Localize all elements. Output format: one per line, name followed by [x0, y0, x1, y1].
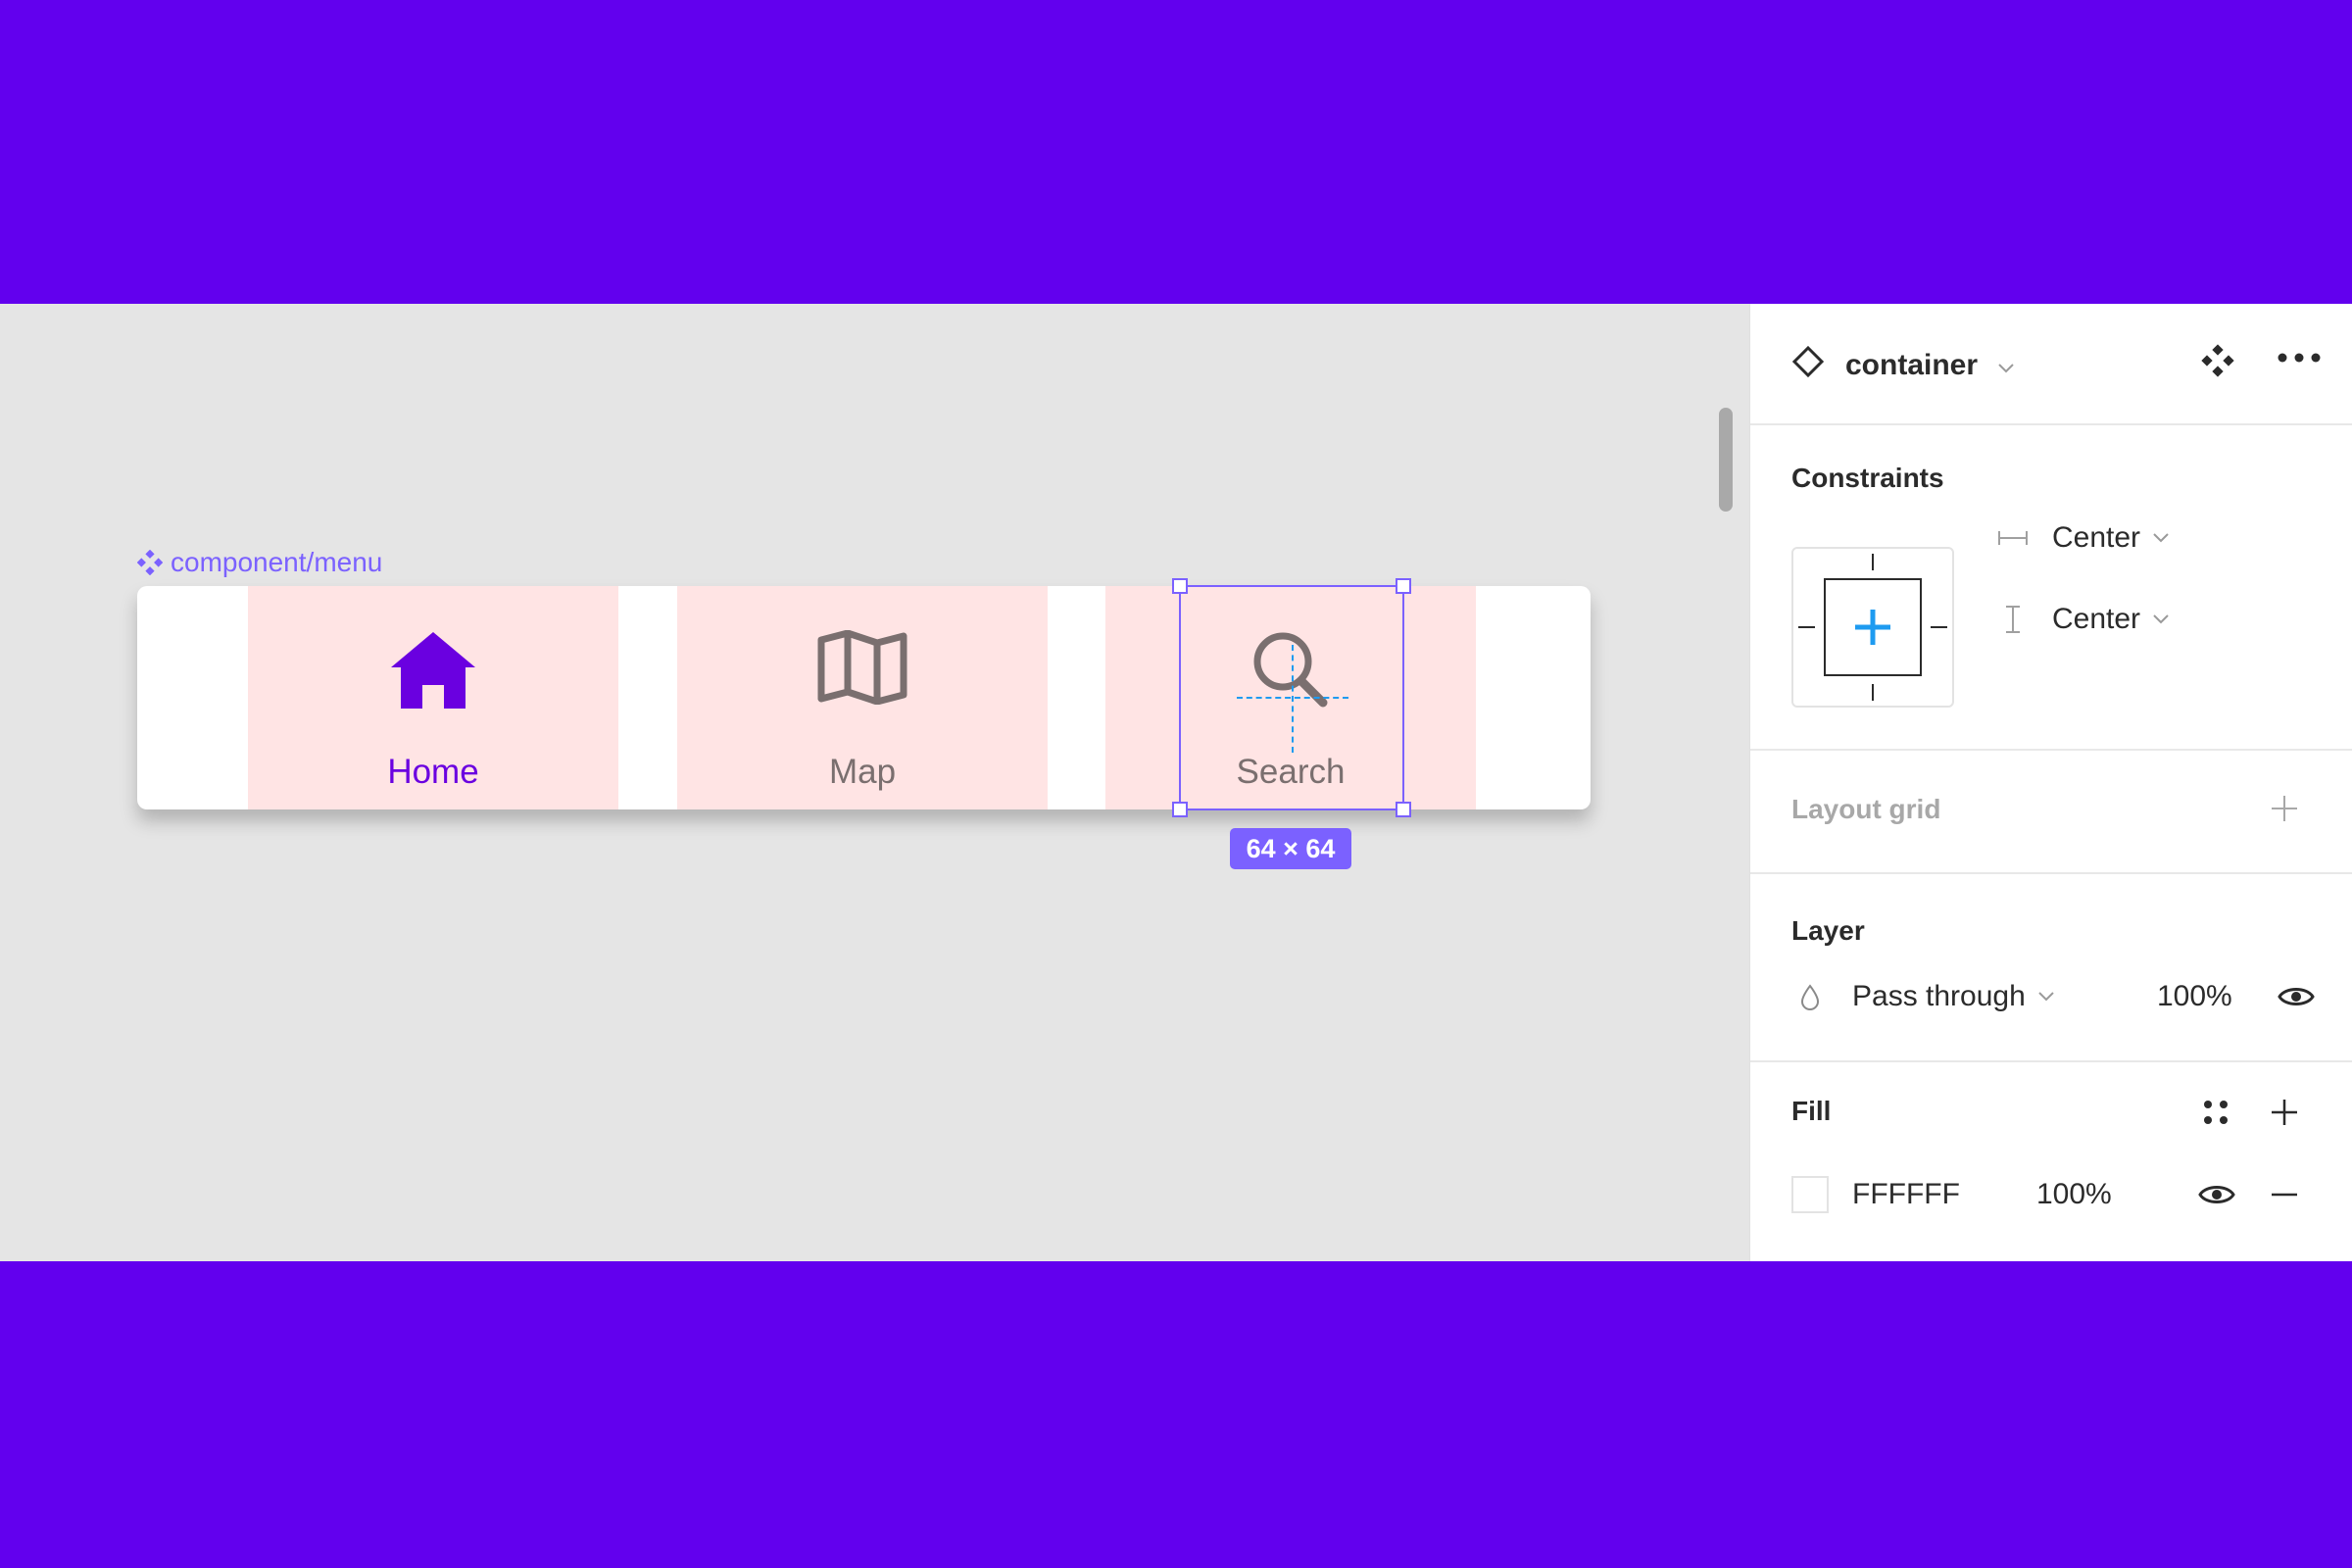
fill-hex-input[interactable]: FFFFFF: [1852, 1178, 1960, 1211]
vertical-constraint-icon: [2006, 606, 2020, 633]
selection-box[interactable]: [1172, 578, 1411, 817]
remove-fill-icon[interactable]: [2270, 1180, 2299, 1209]
menu-item-map[interactable]: Map: [677, 586, 1048, 809]
figma-editor: component/menu Home Map Search 64 × 64 c…: [0, 304, 2352, 1261]
layer-name-dropdown[interactable]: container: [1845, 349, 2015, 382]
layer-header: container: [1750, 304, 2352, 425]
frame-label[interactable]: component/menu: [137, 547, 382, 578]
constraint-widget[interactable]: [1791, 547, 1954, 708]
vertical-constraint-value: Center: [2052, 603, 2141, 635]
constraint-diagram: [1798, 554, 1947, 701]
component-icon[interactable]: [2200, 343, 2235, 378]
horizontal-constraint-dropdown[interactable]: Center: [1997, 521, 2170, 555]
frame-label-text: component/menu: [171, 547, 383, 577]
layer-section: Layer Pass through 100%: [1750, 872, 2352, 1062]
layout-grid-section: Layout grid: [1750, 749, 2352, 874]
eye-icon[interactable]: [2278, 984, 2315, 1009]
menu-item-home[interactable]: Home: [248, 586, 618, 809]
resize-handle-top-right[interactable]: [1396, 578, 1411, 594]
section-title: Constraints: [1791, 463, 1944, 493]
vertical-constraint-dropdown[interactable]: Center: [1997, 603, 2170, 636]
fill-opacity-input[interactable]: 100%: [2036, 1178, 2112, 1211]
map-icon: [817, 630, 907, 705]
home-icon: [391, 632, 475, 709]
blend-mode-dropdown[interactable]: Pass through: [1852, 980, 2055, 1013]
chevron-down-icon: [2153, 614, 2169, 624]
design-canvas[interactable]: component/menu Home Map Search 64 × 64: [0, 304, 1749, 1261]
chevron-down-icon: [2038, 992, 2054, 1002]
layer-opacity-input[interactable]: 100%: [2157, 980, 2232, 1013]
add-layout-grid-icon[interactable]: [2270, 794, 2299, 823]
resize-handle-top-left[interactable]: [1172, 578, 1188, 594]
fill-section: Fill FFFFFF 100%: [1750, 1060, 2352, 1261]
fill-color-swatch[interactable]: [1791, 1176, 1829, 1213]
canvas-scrollbar[interactable]: [1719, 408, 1733, 512]
section-title: Fill: [1791, 1096, 1832, 1126]
resize-handle-bottom-left[interactable]: [1172, 802, 1188, 817]
menu-item-label: Home: [387, 753, 479, 791]
resize-handle-bottom-right[interactable]: [1396, 802, 1411, 817]
layer-name: container: [1845, 349, 1979, 381]
section-title: Layout grid: [1791, 794, 1941, 824]
instance-icon: [1791, 345, 1825, 378]
chevron-down-icon: [1998, 364, 2015, 373]
selection-size-badge: 64 × 64: [1230, 828, 1351, 869]
blend-mode-value: Pass through: [1852, 980, 2026, 1012]
eye-icon[interactable]: [2198, 1182, 2235, 1207]
properties-panel: container Constraints Center Center Layo…: [1749, 304, 2352, 1261]
section-title: Layer: [1791, 915, 1865, 946]
constraints-section: Constraints Center Center: [1750, 423, 2352, 751]
horizontal-constraint-value: Center: [2052, 521, 2141, 554]
add-fill-icon[interactable]: [2270, 1098, 2299, 1127]
horizontal-constraint-icon: [1998, 531, 2028, 545]
menu-item-label: Map: [828, 753, 897, 791]
component-icon: [137, 550, 163, 575]
chevron-down-icon: [2153, 533, 2169, 543]
style-grid-icon[interactable]: [2203, 1100, 2229, 1125]
more-options-icon[interactable]: [2277, 351, 2322, 365]
blend-mode-icon: [1800, 984, 1820, 1010]
